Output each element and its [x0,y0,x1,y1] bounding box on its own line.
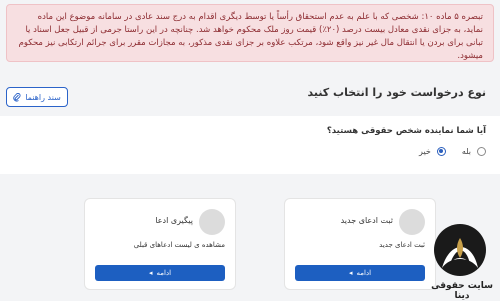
radio-option-yes[interactable]: بله [462,147,486,156]
arrow-left-icon: ◂ [348,270,353,277]
track-claim-continue-label: ادامه [156,270,172,277]
track-claim-card: پیگیری ادعا مشاهده ی لیست ادعاهای قبلی ا… [84,198,236,290]
new-claim-title: ثبت ادعای جدید [340,216,393,225]
track-claim-desc: مشاهده ی لیست ادعاهای قبلی [133,241,225,249]
radio-no-label: خیر [419,147,431,156]
track-claim-title: پیگیری ادعا [155,216,193,225]
guide-label: سند راهنما [25,92,61,102]
radio-option-no[interactable]: خیر [419,147,446,156]
legal-entity-question-card: آیا شما نماینده شخص حقوقی هستید؟ بله خیر [0,116,500,174]
legal-notice-alert: تبصره ۵ ماده ۱۰: شخصی که با علم به عدم ا… [6,4,494,62]
attachment-icon [13,92,21,101]
track-claim-continue-button[interactable]: ادامه ◂ [95,265,225,281]
new-claim-continue-label: ادامه [356,270,372,277]
guide-document-button[interactable]: سند راهنما [6,87,68,107]
track-claim-avatar [199,209,225,235]
page-title: نوع درخواست خود را انتخاب کنید [307,86,486,99]
new-claim-continue-button[interactable]: ادامه ◂ [295,265,425,281]
new-claim-desc: ثبت ادعای جدید [379,241,425,249]
radio-yes-label: بله [461,147,471,156]
radio-group: بله خیر [419,147,486,156]
new-claim-card: ثبت ادعای جدید ثبت ادعای جدید ادامه ◂ [284,198,436,290]
arrow-left-icon: ◂ [148,270,153,277]
legal-notice-text: تبصره ۵ ماده ۱۰: شخصی که با علم به عدم ا… [18,12,483,61]
radio-yes[interactable] [477,147,486,156]
radio-no[interactable] [436,147,446,156]
watermark-text: سایت حقوقی دینا [431,281,493,301]
question-text: آیا شما نماینده شخص حقوقی هستید؟ [326,126,486,136]
